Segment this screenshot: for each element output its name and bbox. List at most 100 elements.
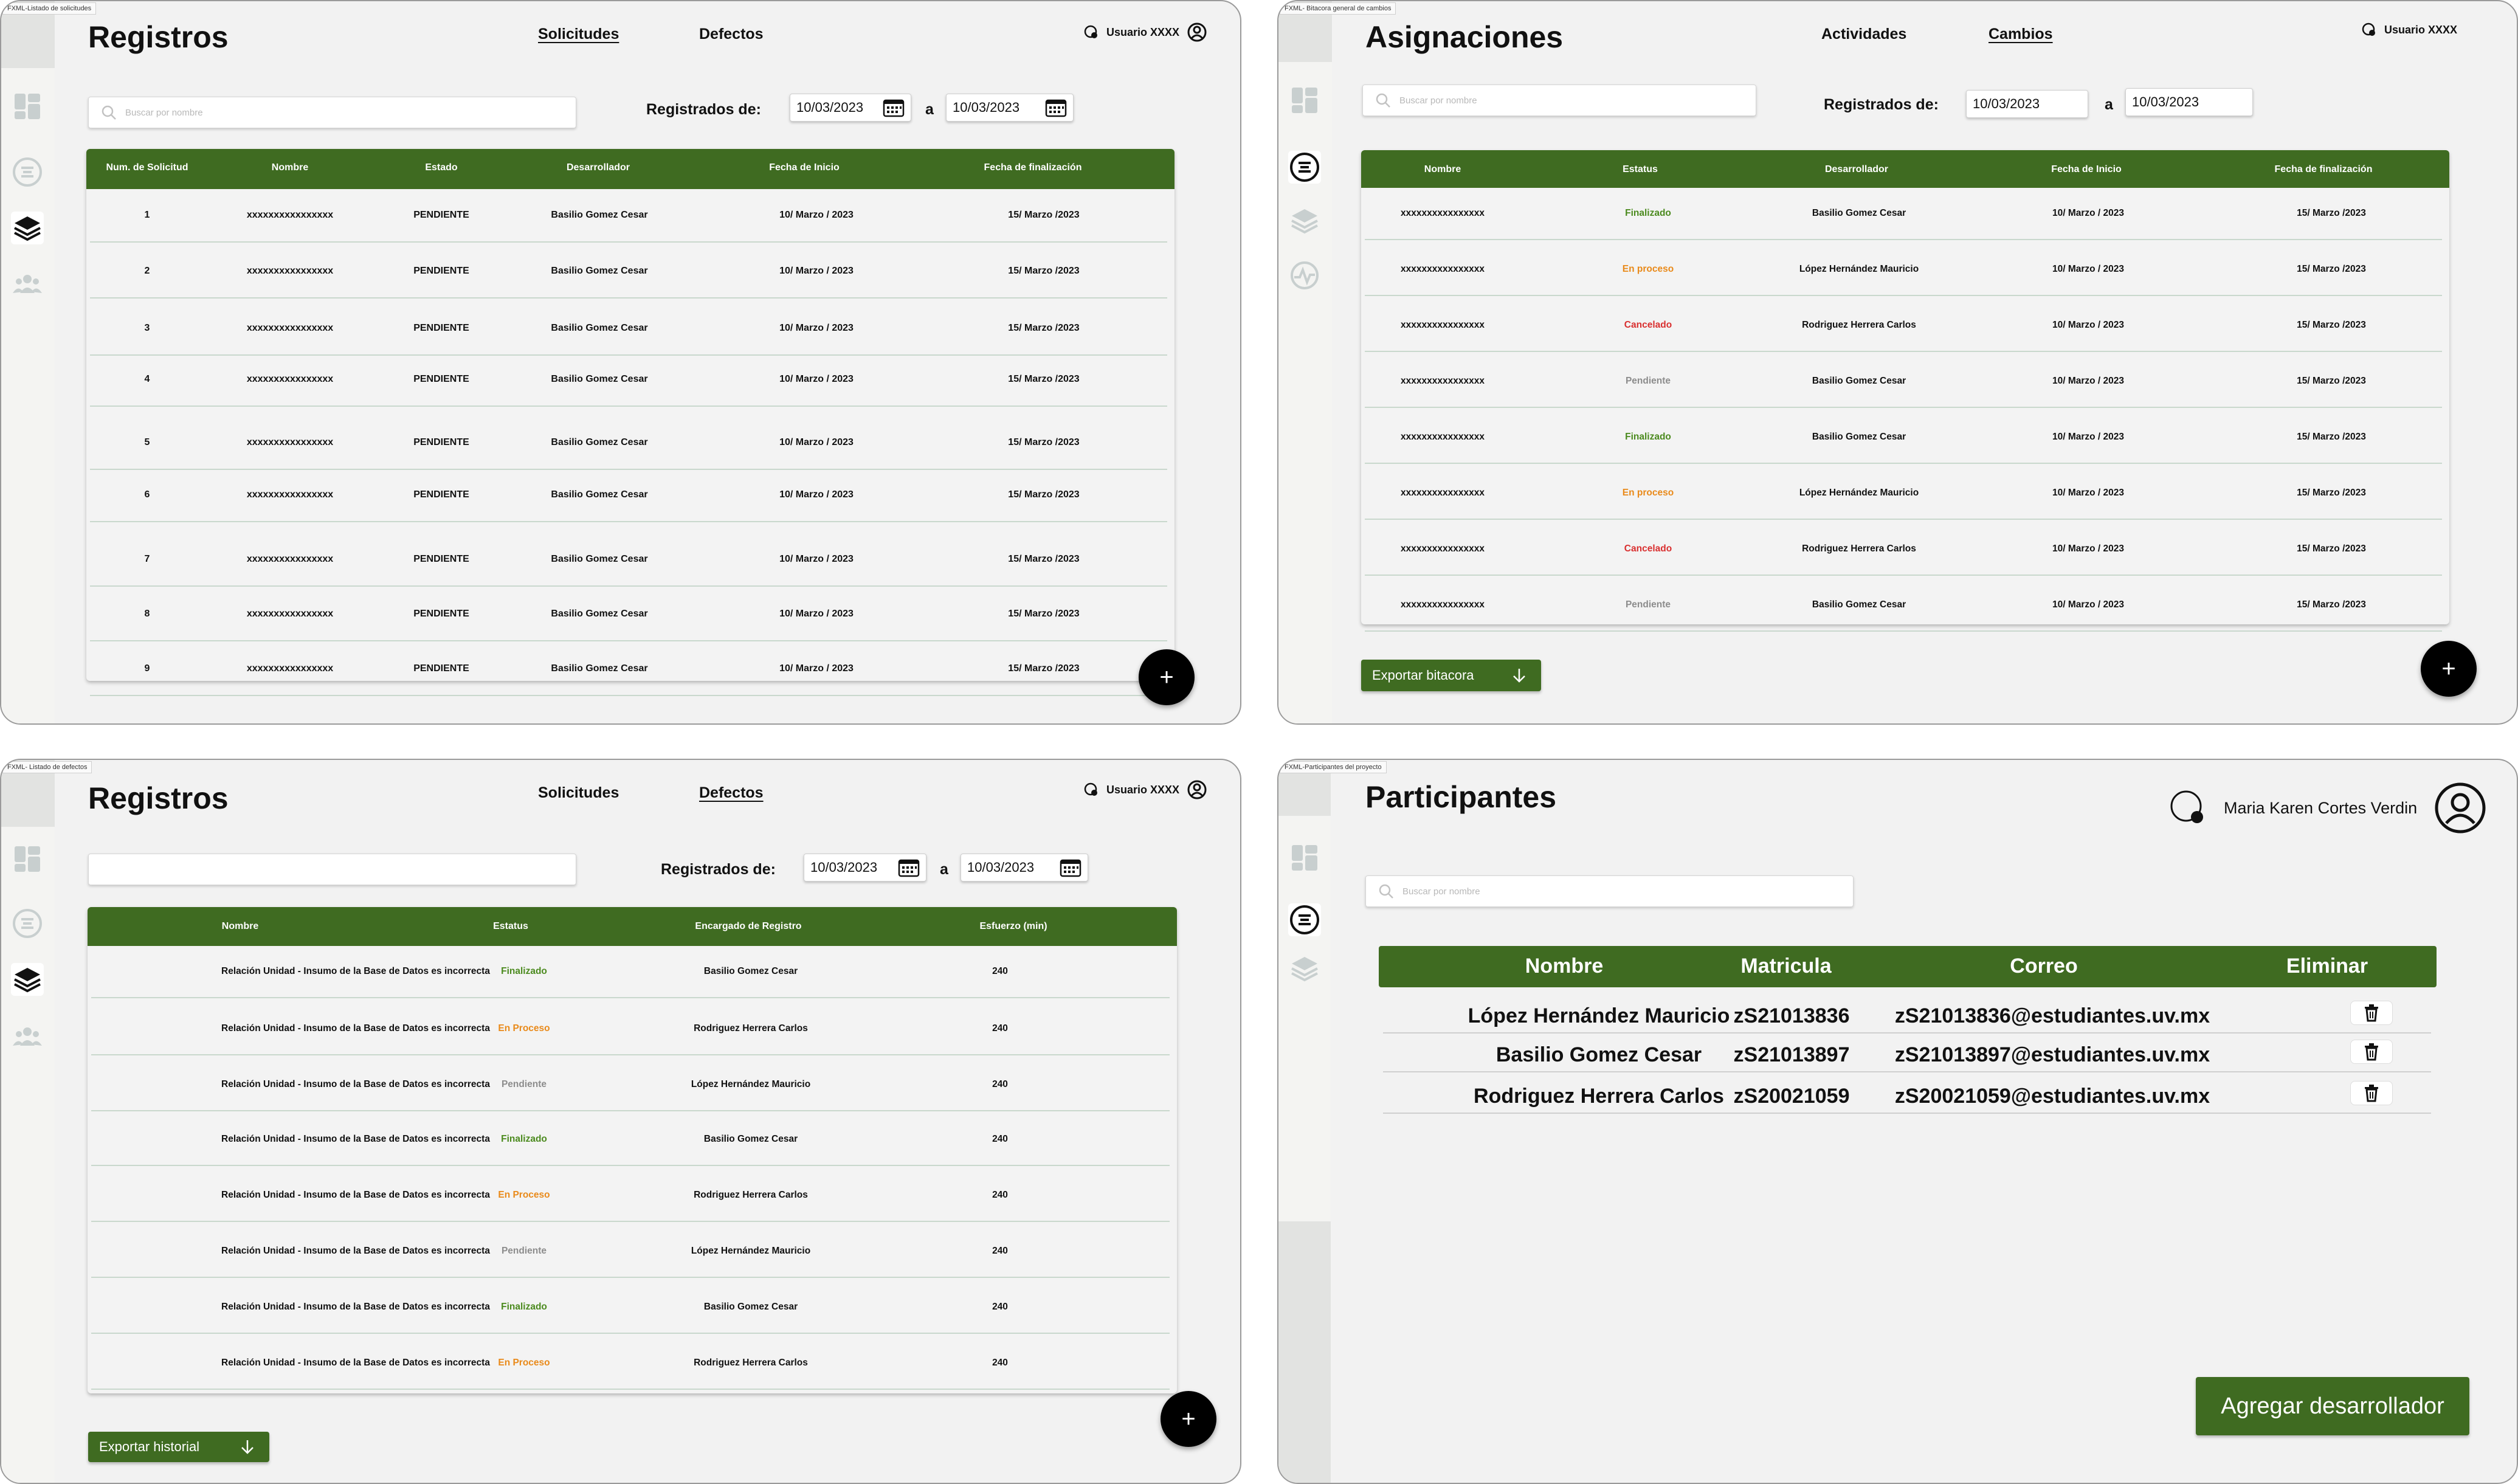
table-row[interactable]: xxxxxxxxxxxxxxxx Cancelado Rodriguez Herre… bbox=[1365, 523, 2442, 576]
table-cell: 15/ Marzo /2023 bbox=[2297, 599, 2366, 610]
delete-participant-button[interactable] bbox=[2350, 1081, 2393, 1105]
table-row[interactable]: Relación Unidad - Insumo de la Base de D… bbox=[91, 1114, 1170, 1166]
notification-icon[interactable] bbox=[1083, 24, 1099, 40]
table-row[interactable]: Relación Unidad - Insumo de la Base de D… bbox=[91, 1337, 1170, 1390]
col-header: Nombre bbox=[271, 162, 309, 173]
table-row[interactable]: Relación Unidad - Insumo de la Base de D… bbox=[91, 1282, 1170, 1334]
table-row[interactable]: xxxxxxxxxxxxxxxx Pendiente Basilio Gomez C… bbox=[1365, 356, 2442, 408]
col-header: Correo bbox=[2010, 954, 2078, 978]
table-header: Num. de Solicitud Nombre Estado Desarrol… bbox=[86, 149, 1174, 189]
date-to-field[interactable]: 10/03/2023 bbox=[961, 854, 1088, 882]
user-menu[interactable]: Usuario XXXX bbox=[1083, 22, 1207, 43]
date-from-field[interactable]: 10/03/2023 bbox=[1966, 90, 2088, 118]
delete-participant-button[interactable] bbox=[2350, 1001, 2393, 1025]
table-row[interactable]: xxxxxxxxxxxxxxxx Cancelado Rodriguez Herre… bbox=[1365, 300, 2442, 352]
table-row[interactable]: xxxxxxxxxxxxxxxx Finalizado Basilio Gomez … bbox=[1365, 188, 2442, 240]
table-row[interactable]: 8 xxxxxxxxxxxxxxxx PENDIENTE Basilio Gomez … bbox=[90, 588, 1167, 641]
user-menu[interactable]: Usuario XXXX bbox=[1083, 779, 1207, 800]
list-circle-icon[interactable] bbox=[11, 156, 44, 188]
table-cell: 10/ Marzo / 2023 bbox=[2052, 207, 2125, 218]
date-from-field[interactable]: 10/03/2023 bbox=[790, 94, 911, 122]
col-header: Desarrollador bbox=[566, 162, 630, 173]
table-row[interactable]: xxxxxxxxxxxxxxxx En proceso López Hernánde… bbox=[1365, 244, 2442, 296]
table-row[interactable]: 6 xxxxxxxxxxxxxxxx PENDIENTE Basilio Gomez … bbox=[90, 469, 1167, 522]
notification-icon[interactable] bbox=[2361, 22, 2377, 38]
avatar-icon[interactable] bbox=[1187, 22, 1207, 43]
dashboard-icon[interactable] bbox=[1288, 84, 1321, 117]
user-menu[interactable]: Usuario XXXX bbox=[2361, 22, 2457, 38]
team-icon[interactable] bbox=[11, 267, 44, 300]
table-row[interactable]: 2 xxxxxxxxxxxxxxxx PENDIENTE Basilio Gomez … bbox=[90, 245, 1167, 299]
export-log-button[interactable]: Exportar bitacora bbox=[1361, 660, 1541, 691]
sidebar bbox=[1278, 760, 1331, 1483]
calendar-icon[interactable] bbox=[1060, 858, 1081, 877]
table-row[interactable]: Relación Unidad - Insumo de la Base de D… bbox=[91, 1170, 1170, 1222]
date-to-field[interactable]: 10/03/2023 bbox=[946, 94, 1074, 122]
participant-row[interactable]: Basilio Gomez Cesar zS21013897 zS21013897@… bbox=[1383, 1036, 2431, 1072]
layers-icon[interactable] bbox=[1288, 952, 1321, 985]
table-row[interactable]: xxxxxxxxxxxxxxxx En proceso López Hernánde… bbox=[1365, 468, 2442, 520]
add-request-button[interactable]: + bbox=[1139, 649, 1195, 705]
add-developer-button[interactable]: Agregar desarrollador bbox=[2196, 1377, 2469, 1435]
layers-icon[interactable] bbox=[11, 963, 44, 996]
calendar-icon[interactable] bbox=[898, 858, 920, 877]
table-cell: Basilio Gomez Cesar bbox=[703, 965, 798, 976]
participant-row[interactable]: López Hernández Mauricio zS21013836 zS2101… bbox=[1383, 997, 2431, 1034]
add-defect-button[interactable]: + bbox=[1161, 1391, 1216, 1447]
layers-icon[interactable] bbox=[11, 212, 44, 244]
tab-defectos[interactable]: Defectos bbox=[699, 26, 764, 43]
calendar-icon[interactable] bbox=[1045, 98, 1067, 117]
table-row[interactable]: 7 xxxxxxxxxxxxxxxx PENDIENTE Basilio Gomez … bbox=[90, 533, 1167, 587]
col-header: Fecha de Inicio bbox=[769, 162, 840, 173]
tab-defectos[interactable]: Defectos bbox=[699, 784, 764, 802]
table-cell: 15/ Marzo /2023 bbox=[2297, 487, 2366, 498]
table-row[interactable]: 9 xxxxxxxxxxxxxxxx PENDIENTE Basilio Gomez … bbox=[90, 643, 1167, 696]
col-header: Fecha de finalización bbox=[984, 162, 1082, 173]
table-row[interactable]: Relación Unidad - Insumo de la Base de D… bbox=[91, 1226, 1170, 1278]
table-row[interactable]: 4 xxxxxxxxxxxxxxxx PENDIENTE Basilio Gomez … bbox=[90, 353, 1167, 407]
tab-cambios[interactable]: Cambios bbox=[1989, 26, 2053, 43]
calendar-icon[interactable] bbox=[883, 98, 905, 117]
activity-icon[interactable] bbox=[1288, 259, 1321, 292]
search-input[interactable]: Buscar por nombre bbox=[1365, 875, 1854, 907]
table-row[interactable]: Relación Unidad - Insumo de la Base de D… bbox=[91, 1059, 1170, 1111]
search-input[interactable]: Buscar por nombre bbox=[88, 97, 576, 128]
table-row[interactable]: 3 xxxxxxxxxxxxxxxx PENDIENTE Basilio Gomez … bbox=[90, 302, 1167, 356]
col-header: Fecha de Inicio bbox=[2051, 164, 2122, 174]
layers-icon[interactable] bbox=[1288, 204, 1321, 237]
table-row[interactable]: xxxxxxxxxxxxxxxx Finalizado Basilio Gomez … bbox=[1365, 412, 2442, 464]
team-icon[interactable] bbox=[11, 1020, 44, 1053]
delete-participant-button[interactable] bbox=[2350, 1040, 2393, 1064]
tab-actividades[interactable]: Actividades bbox=[1821, 26, 1906, 43]
tab-solicitudes[interactable]: Solicitudes bbox=[538, 784, 619, 802]
user-menu[interactable]: Maria Karen Cortes Verdin bbox=[2169, 782, 2486, 834]
dashboard-icon[interactable] bbox=[11, 90, 44, 123]
notification-icon[interactable] bbox=[2169, 789, 2207, 827]
table-row[interactable]: Relación Unidad - Insumo de la Base de D… bbox=[91, 1003, 1170, 1055]
dashboard-icon[interactable] bbox=[1288, 841, 1321, 874]
table-row[interactable]: 5 xxxxxxxxxxxxxxxx PENDIENTE Basilio Gomez … bbox=[90, 416, 1167, 470]
table-row[interactable]: Relación Unidad - Insumo de la Base de D… bbox=[91, 946, 1170, 998]
list-circle-icon[interactable] bbox=[11, 907, 44, 940]
col-header: Estatus bbox=[493, 921, 528, 931]
avatar-icon[interactable] bbox=[2434, 782, 2486, 834]
trash-icon bbox=[2365, 1085, 2378, 1102]
export-history-button[interactable]: Exportar historial bbox=[88, 1432, 269, 1462]
date-to-field[interactable]: 10/03/2023 bbox=[2125, 88, 2253, 116]
table-row[interactable]: 1 xxxxxxxxxxxxxxxx PENDIENTE Basilio Gomez … bbox=[90, 189, 1167, 243]
participants-table-header: Nombre Matricula Correo Eliminar bbox=[1379, 946, 2437, 987]
notification-icon[interactable] bbox=[1083, 782, 1099, 798]
tab-solicitudes[interactable]: Solicitudes bbox=[538, 26, 619, 43]
dashboard-icon[interactable] bbox=[11, 843, 44, 875]
search-input[interactable] bbox=[88, 854, 576, 885]
participant-row[interactable]: Rodriguez Herrera Carlos zS20021059 zS2002… bbox=[1383, 1077, 2431, 1114]
avatar-icon[interactable] bbox=[1187, 779, 1207, 800]
add-change-button[interactable]: + bbox=[2421, 641, 2477, 697]
list-circle-icon[interactable] bbox=[1288, 151, 1321, 184]
list-circle-icon[interactable] bbox=[1288, 903, 1321, 936]
table-cell: López Hernández Mauricio bbox=[691, 1245, 811, 1256]
search-input[interactable]: Buscar por nombre bbox=[1362, 85, 1756, 116]
date-from-field[interactable]: 10/03/2023 bbox=[804, 854, 926, 882]
table-row[interactable]: xxxxxxxxxxxxxxxx Pendiente Basilio Gomez C… bbox=[1365, 579, 2442, 632]
changes-table: Nombre Estatus Desarrollador Fecha de In… bbox=[1361, 150, 2449, 632]
